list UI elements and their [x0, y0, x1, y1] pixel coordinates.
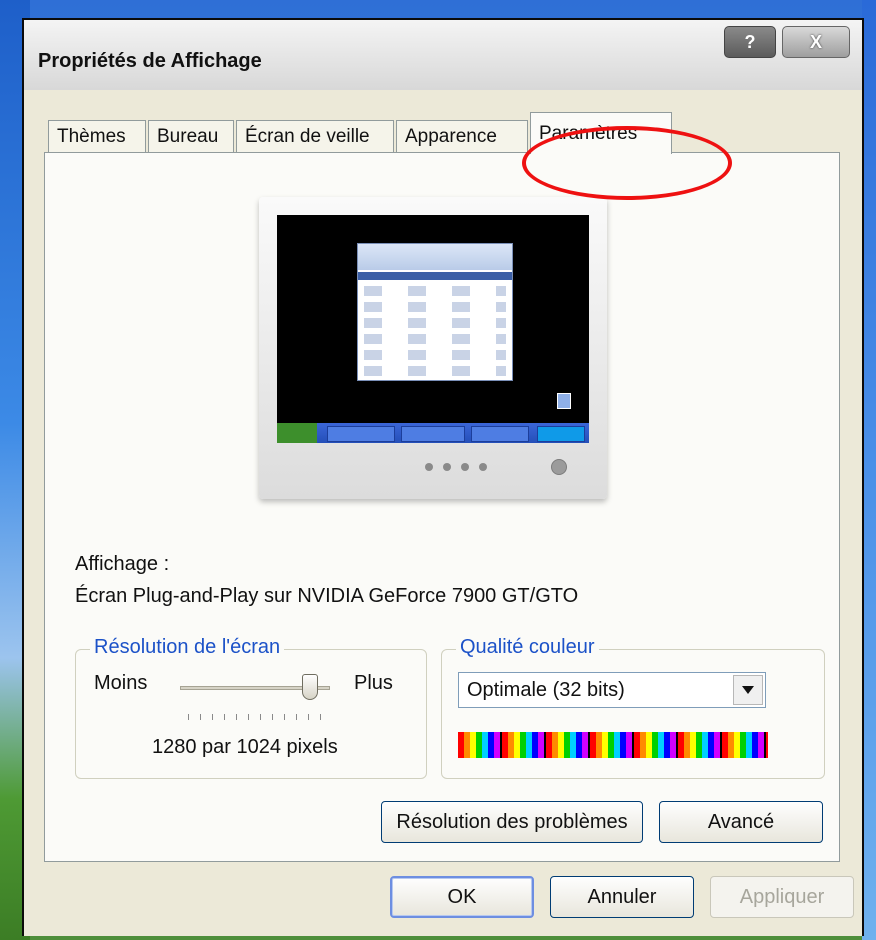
help-icon: ? [744, 31, 756, 52]
monitor-button-icon [461, 463, 469, 471]
preview-taskbar [277, 423, 589, 443]
dropdown-arrow-icon[interactable] [733, 675, 763, 705]
resolution-group-title: Résolution de l'écran [90, 636, 285, 659]
troubleshoot-button[interactable]: Résolution des problèmes [381, 801, 643, 843]
preview-window-titlebar [358, 272, 512, 280]
tick [200, 714, 201, 720]
taskbar-item [327, 426, 395, 442]
preview-row [364, 350, 506, 360]
preview-row [364, 334, 506, 344]
title-bar: Propriétés de Affichage ? X [24, 20, 862, 91]
tab-label: Thèmes [57, 125, 126, 147]
tick [308, 714, 309, 720]
window-title: Propriétés de Affichage [38, 50, 262, 72]
color-quality-group: Qualité couleur Optimale (32 bits) [441, 636, 825, 779]
tab-themes[interactable]: Thèmes [48, 120, 146, 152]
close-button[interactable]: X [782, 26, 850, 58]
color-palette-bar [458, 732, 768, 758]
preview-row [364, 302, 506, 312]
slider-min-label: Moins [94, 672, 148, 694]
apply-button[interactable]: Appliquer [710, 876, 854, 918]
tab-label: Apparence [405, 125, 497, 147]
preview-window-toolbar [358, 244, 512, 270]
tick [188, 714, 189, 720]
monitor-button-icon [425, 463, 433, 471]
monitor-button-icon [443, 463, 451, 471]
display-device: Écran Plug-and-Play sur NVIDIA GeForce 7… [75, 585, 579, 607]
slider-max-label: Plus [354, 672, 393, 694]
taskbar-item [401, 426, 465, 442]
preview-window [357, 243, 513, 381]
color-quality-select[interactable]: Optimale (32 bits) [458, 672, 766, 708]
preview-row [364, 318, 506, 328]
resolution-group: Résolution de l'écran Moins Plus 1280 pa… [75, 636, 427, 779]
system-tray [537, 426, 585, 442]
taskbar-item [471, 426, 529, 442]
slider-ticks [188, 714, 321, 720]
ok-button[interactable]: OK [390, 876, 534, 918]
monitor-button-icon [479, 463, 487, 471]
advanced-button[interactable]: Avancé [659, 801, 823, 843]
power-button-icon [551, 459, 567, 475]
resolution-slider-thumb[interactable] [302, 674, 318, 700]
display-label: Affichage : [75, 553, 170, 575]
color-quality-group-title: Qualité couleur [456, 636, 599, 659]
close-icon: X [809, 31, 822, 52]
tab-screensaver[interactable]: Écran de veille [236, 120, 394, 152]
tab-label: Paramètres [539, 122, 638, 144]
tab-label: Écran de veille [245, 125, 370, 147]
tab-settings[interactable]: Paramètres [530, 112, 672, 154]
color-quality-value: Optimale (32 bits) [467, 679, 625, 701]
recycle-bin-icon [557, 393, 571, 409]
tick [272, 714, 273, 720]
settings-panel: Affichage : Écran Plug-and-Play sur NVID… [44, 152, 840, 862]
dialog-client-area: Thèmes Bureau Écran de veille Apparence … [24, 90, 862, 936]
start-button-icon [277, 423, 317, 443]
tab-appearance[interactable]: Apparence [396, 120, 528, 152]
monitor-buttons [425, 463, 487, 471]
tick [224, 714, 225, 720]
help-button[interactable]: ? [724, 26, 776, 58]
preview-row [364, 366, 506, 376]
monitor-preview [259, 197, 607, 499]
tick [248, 714, 249, 720]
tick [320, 714, 321, 720]
monitor-screen [277, 215, 589, 443]
tick [296, 714, 297, 720]
resolution-value: 1280 par 1024 pixels [152, 736, 338, 758]
tick [260, 714, 261, 720]
cancel-button[interactable]: Annuler [550, 876, 694, 918]
preview-row [364, 286, 506, 296]
display-properties-dialog: Propriétés de Affichage ? X Thèmes Burea… [22, 18, 864, 936]
desktop-background-right [862, 0, 876, 940]
tab-label: Bureau [157, 125, 219, 147]
tab-desktop[interactable]: Bureau [148, 120, 234, 152]
tick [284, 714, 285, 720]
tick [236, 714, 237, 720]
tick [212, 714, 213, 720]
